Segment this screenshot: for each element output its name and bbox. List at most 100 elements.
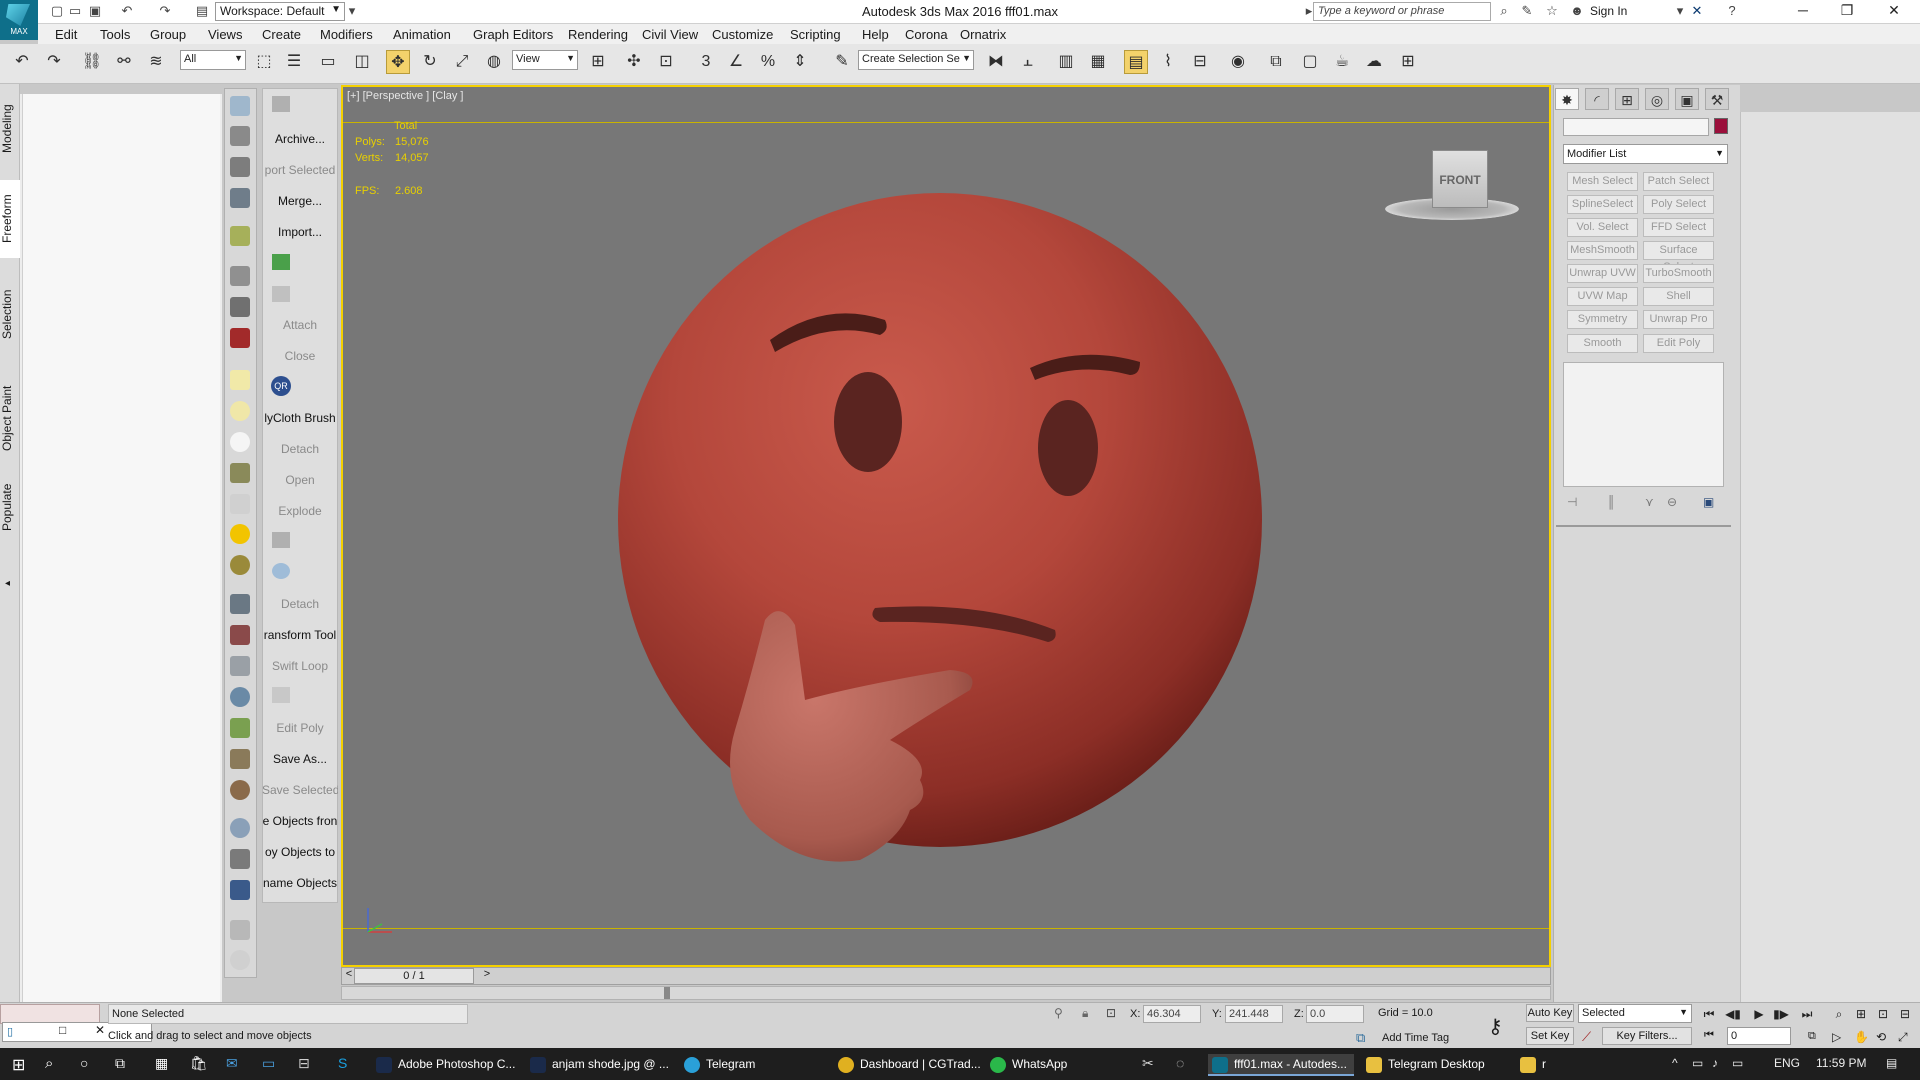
key-filters-button[interactable]: Key Filters...	[1602, 1027, 1692, 1045]
command-export-selected[interactable]: port Selected	[262, 163, 338, 177]
modifier-list-dropdown[interactable]: Modifier List ▼	[1563, 144, 1728, 164]
command-archive[interactable]: Archive...	[262, 132, 338, 146]
menu-edit[interactable]: Edit	[55, 27, 77, 42]
command-edit-poly[interactable]: Edit Poly	[262, 721, 338, 735]
modifier-smooth[interactable]: Smooth	[1567, 334, 1638, 353]
go-to-start-icon[interactable]: ⏮	[1700, 1007, 1718, 1022]
binoculars-icon[interactable]: ⌕	[1497, 4, 1511, 18]
play-icon[interactable]: ▶	[1750, 1007, 1768, 1021]
modify-tab-icon[interactable]: ◜	[1585, 88, 1609, 110]
zoom-extents-icon[interactable]: ⊡	[1874, 1007, 1892, 1021]
calculator-icon[interactable]: ▦	[155, 1055, 168, 1072]
command-detach-2[interactable]: Detach	[262, 597, 338, 611]
window-crossing-icon[interactable]: ◫	[350, 50, 374, 74]
cortana-icon[interactable]: ○	[80, 1055, 88, 1071]
set-key-mode-icon[interactable]: ⚷	[1488, 1014, 1503, 1039]
taskbar-telegram-desktop[interactable]: Telegram Desktop	[1362, 1054, 1508, 1076]
render-production-icon[interactable]: ☕	[1330, 50, 1354, 74]
maximize-viewport-icon[interactable]: ⤢	[1898, 1030, 1908, 1045]
command-rename-objects[interactable]: name Objects	[262, 876, 338, 890]
command-open[interactable]: Open	[262, 473, 338, 487]
snipping-tool-icon[interactable]: ✂	[1142, 1055, 1154, 1072]
taskbar-photoshop-document[interactable]: anjam shode.jpg @ ...	[526, 1054, 672, 1076]
layer-explorer-icon[interactable]: ▥	[1054, 50, 1078, 74]
material-editor-icon[interactable]: ◉	[1226, 50, 1250, 74]
taskbar-folder-r[interactable]: r	[1516, 1054, 1662, 1076]
clock[interactable]: 11:59 PM	[1816, 1056, 1866, 1070]
exchange-x-icon[interactable]: ✕	[1690, 4, 1704, 18]
pin-stack-icon[interactable]: ⊣	[1567, 495, 1577, 509]
plane-icon[interactable]	[230, 370, 250, 390]
tab-modeling[interactable]: Modeling	[0, 96, 20, 162]
time-slider-thumb[interactable]: 0 / 1	[354, 968, 474, 984]
command-transform-tool[interactable]: ransform Tool	[262, 628, 338, 642]
mountain-icon[interactable]	[230, 656, 250, 676]
modifier-unwrap-pro[interactable]: Unwrap Pro	[1643, 310, 1714, 329]
taskbar-3dsmax[interactable]: fff01.max - Autodes...	[1208, 1054, 1354, 1076]
redo-icon[interactable]: ↷	[42, 50, 66, 74]
key-selection-dropdown[interactable]: Selected ▼	[1578, 1004, 1692, 1023]
configure-modifier-sets-icon[interactable]: ▣	[1703, 495, 1714, 509]
language-indicator[interactable]: ENG	[1774, 1056, 1800, 1070]
object-name-field[interactable]	[1563, 118, 1709, 136]
help-icon[interactable]	[230, 950, 250, 970]
hierarchy-tab-icon[interactable]: ⊞	[1615, 88, 1639, 110]
hair-icon[interactable]	[230, 749, 250, 769]
layer-manager-icon[interactable]: ▦	[1086, 50, 1110, 74]
select-and-link-icon[interactable]: ⛓	[80, 50, 104, 74]
search-icon[interactable]: ⌕	[45, 1055, 53, 1072]
absolute-mode-icon[interactable]: ⊡	[1106, 1006, 1116, 1020]
set-key-button[interactable]: Set Key	[1526, 1027, 1574, 1045]
key-mode-toggle-icon[interactable]: ⏮	[1704, 1029, 1714, 1042]
time-config-icon[interactable]: ⧉	[1808, 1030, 1816, 1043]
modifier-symmetry[interactable]: Symmetry	[1567, 310, 1638, 329]
command-swift-loop[interactable]: Swift Loop	[262, 659, 338, 673]
command-save-as[interactable]: Save As...	[262, 752, 338, 766]
save-icon[interactable]: ▣	[88, 4, 102, 18]
selection-lock-icon[interactable]: 🔒︎	[1082, 1006, 1088, 1021]
script-icon[interactable]	[230, 126, 250, 146]
sphere-icon[interactable]	[230, 432, 250, 452]
modifier-surface-select[interactable]: Surface Select	[1643, 241, 1714, 273]
network-tray-icon[interactable]: ▭	[1692, 1056, 1703, 1070]
modifier-patch-select[interactable]: Patch Select	[1643, 172, 1714, 191]
settings-icon[interactable]	[230, 920, 250, 940]
select-and-place-icon[interactable]: ◍	[482, 50, 506, 74]
menu-create[interactable]: Create	[262, 27, 301, 42]
viewcube[interactable]: FRONT	[1432, 150, 1488, 208]
make-unique-icon[interactable]: ⋎	[1645, 495, 1654, 509]
command-save-selected[interactable]: Save Selected	[262, 783, 338, 797]
ribbon-expand-icon[interactable]: ◂	[5, 578, 10, 589]
task-view-icon[interactable]: ⧉	[115, 1055, 125, 1072]
ellipse-icon[interactable]	[230, 401, 250, 421]
notifications-icon[interactable]: ▤	[1886, 1056, 1897, 1070]
menu-customize[interactable]: Customize	[712, 27, 773, 42]
render-icon[interactable]	[230, 328, 250, 348]
close-icon[interactable]: ✕	[95, 1023, 105, 1037]
motion-tab-icon[interactable]: ◎	[1645, 88, 1669, 110]
previous-frame-icon[interactable]: ◀▮	[1724, 1007, 1742, 1021]
undo-icon[interactable]: ↶	[10, 50, 34, 74]
orbit-icon[interactable]: ⟲	[1876, 1030, 1886, 1044]
add-time-tag[interactable]: Add Time Tag	[1382, 1032, 1449, 1044]
command-copy-objects-to[interactable]: oy Objects to	[262, 845, 338, 859]
user-icon[interactable]: ☻	[1570, 4, 1584, 18]
menu-ornatrix[interactable]: Ornatrix	[960, 27, 1006, 42]
modifier-shell[interactable]: Shell	[1643, 287, 1714, 306]
zoom-all-icon[interactable]: ⊞	[1852, 1007, 1870, 1021]
restore-icon[interactable]: ❐	[1827, 2, 1867, 19]
favorites-star-icon[interactable]: ☆	[1545, 4, 1559, 18]
field-of-view-icon[interactable]: ▷	[1832, 1030, 1841, 1044]
paint-icon[interactable]	[230, 226, 250, 246]
utilities-tab-icon[interactable]: ⚒	[1705, 88, 1729, 110]
menu-rendering[interactable]: Rendering	[568, 27, 628, 42]
modifier-meshsmooth[interactable]: MeshSmooth	[1567, 241, 1638, 260]
volume-icon[interactable]: ♪	[1712, 1056, 1718, 1070]
menu-group[interactable]: Group	[150, 27, 186, 42]
search-input[interactable]: Type a keyword or phrase	[1313, 2, 1491, 21]
command-explode[interactable]: Explode	[262, 504, 338, 518]
y-coordinate-field[interactable]: 241.448	[1225, 1005, 1283, 1023]
new-file-icon[interactable]: ▢	[50, 4, 64, 18]
modifier-spline-select[interactable]: SplineSelect	[1567, 195, 1638, 214]
curve-editor-icon[interactable]: ⌇	[1156, 50, 1180, 74]
